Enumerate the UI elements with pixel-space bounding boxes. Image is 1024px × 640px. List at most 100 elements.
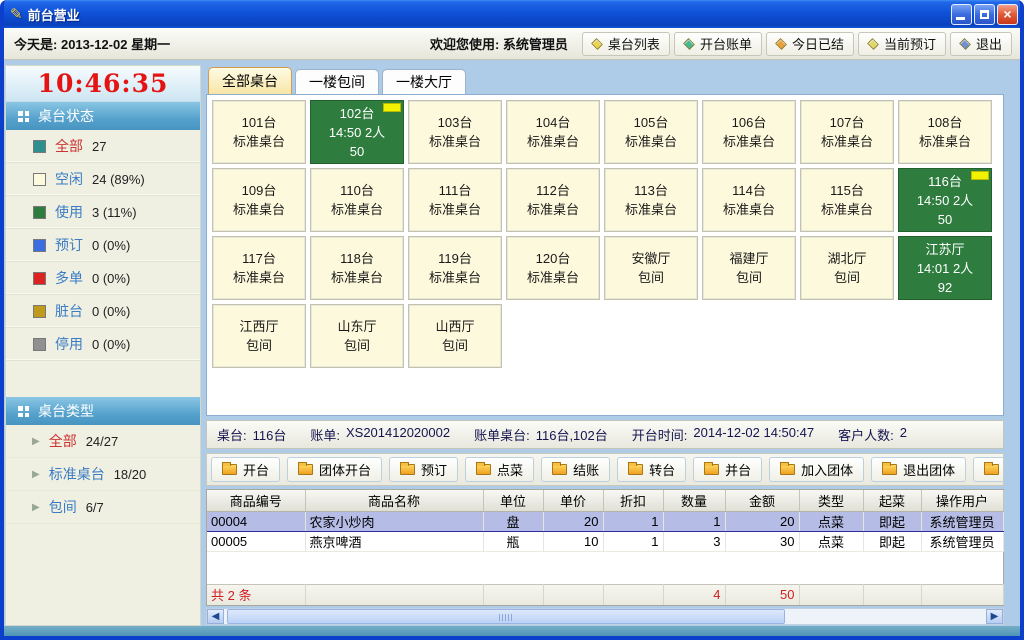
table-cell[interactable]: 福建厅包间 [702, 236, 796, 300]
table-cell[interactable]: 104台标准桌台 [506, 100, 600, 164]
type-filter-item[interactable]: ▶ 包间 6/7 [6, 491, 200, 524]
scroll-left-button[interactable]: ◀ [207, 609, 224, 624]
table-cell[interactable]: 110台标准桌台 [310, 168, 404, 232]
status-count: 0 (0%) [92, 238, 130, 253]
table-cell[interactable]: 111台标准桌台 [408, 168, 502, 232]
table-cell[interactable]: 115台标准桌台 [800, 168, 894, 232]
action-button[interactable]: 点菜 [465, 457, 534, 482]
app-window: ✎ 前台营业 × 今天是: 2013-12-02 星期一 欢迎您使用: 系统管理… [0, 0, 1024, 640]
window-bottom-strip [0, 626, 1024, 636]
action-button-label: 点菜 [497, 460, 523, 479]
table-cell[interactable]: 105台标准桌台 [604, 100, 698, 164]
table-cell[interactable]: 114台标准桌台 [702, 168, 796, 232]
action-button[interactable]: 并台 [693, 457, 762, 482]
scroll-right-button[interactable]: ▶ [986, 609, 1003, 624]
cell-type: 点菜 [799, 511, 863, 531]
bill-status-value: 116台 [253, 425, 287, 444]
status-filter-item[interactable]: 多单 0 (0%) [6, 262, 200, 295]
order-column-header[interactable]: 单位 [483, 490, 543, 511]
cell-price: 20 [543, 511, 603, 531]
table-cell-text: 112台标准桌台 [507, 181, 599, 219]
status-filter-item[interactable]: 停用 0 (0%) [6, 328, 200, 361]
order-column-header[interactable]: 折扣 [603, 490, 663, 511]
status-swatch-icon [33, 305, 46, 318]
table-cell[interactable]: 江西厅包间 [212, 304, 306, 368]
bill-status-label: 开台时间: [632, 425, 688, 444]
content-area: 10:46:35 桌台状态 全部 27 空闲 24 (89%) [4, 61, 1020, 626]
action-button[interactable]: 团体开台 [287, 457, 382, 482]
order-column-header[interactable]: 商品编号 [207, 490, 305, 511]
order-column-header[interactable]: 金额 [725, 490, 799, 511]
order-column-header[interactable]: 数量 [663, 490, 725, 511]
table-cell[interactable]: 山东厅包间 [310, 304, 404, 368]
cancel-bill-icon [984, 464, 999, 475]
type-filter-item[interactable]: ▶ 全部 24/27 [6, 425, 200, 458]
status-filter-item[interactable]: 脏台 0 (0%) [6, 295, 200, 328]
action-button[interactable]: 退出团体 [871, 457, 966, 482]
table-cell-text: 111台标准桌台 [409, 181, 501, 219]
floor-tab[interactable]: 一楼大厅 [382, 69, 466, 94]
info-button[interactable]: 退出 [950, 32, 1012, 56]
table-cell[interactable]: 103台标准桌台 [408, 100, 502, 164]
status-filter-item[interactable]: 使用 3 (11%) [6, 196, 200, 229]
cell-unit: 盘 [483, 511, 543, 531]
maximize-button[interactable] [974, 4, 995, 25]
close-icon: × [1003, 7, 1011, 21]
cell-discount: 1 [603, 531, 663, 551]
table-cell[interactable]: 119台标准桌台 [408, 236, 502, 300]
table-cell[interactable]: 101台标准桌台 [212, 100, 306, 164]
status-filter-item[interactable]: 空闲 24 (89%) [6, 163, 200, 196]
table-cell-text: 110台标准桌台 [311, 181, 403, 219]
scrollbar-thumb[interactable] [227, 609, 785, 624]
table-cell[interactable]: 117台标准桌台 [212, 236, 306, 300]
table-cell[interactable]: 116台14:50 2人50 [898, 168, 992, 232]
minimize-button[interactable] [951, 4, 972, 25]
info-button[interactable]: 桌台列表 [582, 32, 670, 56]
table-cell[interactable]: 山西厅包间 [408, 304, 502, 368]
status-filter-item[interactable]: 全部 27 [6, 130, 200, 163]
table-cell-text: 山东厅包间 [311, 317, 403, 355]
table-cell[interactable]: 107台标准桌台 [800, 100, 894, 164]
table-type-title: 桌台类型 [38, 401, 94, 421]
table-cell[interactable]: 113台标准桌台 [604, 168, 698, 232]
table-cell[interactable]: 108台标准桌台 [898, 100, 992, 164]
order-column-header[interactable]: 类型 [799, 490, 863, 511]
order-row[interactable]: 00004 农家小炒肉 盘 20 1 1 20 点菜 即起 系统管理员 [207, 511, 1003, 531]
table-cell[interactable]: 118台标准桌台 [310, 236, 404, 300]
cell-discount: 1 [603, 511, 663, 531]
bill-status-label: 账单: [310, 425, 340, 444]
status-filter-item[interactable]: 预订 0 (0%) [6, 229, 200, 262]
table-cell[interactable]: 102台14:50 2人50 [310, 100, 404, 164]
action-button[interactable]: 开台 [211, 457, 280, 482]
table-cell[interactable]: 湖北厅包间 [800, 236, 894, 300]
info-button[interactable]: 今日已结 [766, 32, 854, 56]
info-button[interactable]: 开台账单 [674, 32, 762, 56]
floor-tab[interactable]: 全部桌台 [208, 67, 292, 94]
order-column-header[interactable]: 商品名称 [305, 490, 483, 511]
cell-amount: 20 [725, 511, 799, 531]
bill-status-pair: 桌台: 116台 [217, 425, 286, 444]
order-column-header[interactable]: 起菜 [863, 490, 921, 511]
order-row[interactable]: 00005 燕京啤酒 瓶 10 1 3 30 点菜 即起 系统管理员 [207, 531, 1003, 551]
scrollbar-track[interactable] [224, 609, 986, 624]
table-cell[interactable]: 江苏厅14:01 2人92 [898, 236, 992, 300]
order-column-header[interactable]: 单价 [543, 490, 603, 511]
table-cell-text: 120台标准桌台 [507, 249, 599, 287]
horizontal-scrollbar[interactable]: ◀ ▶ [206, 608, 1004, 625]
action-button[interactable]: 预订 [389, 457, 458, 482]
floor-tab[interactable]: 一楼包间 [295, 69, 379, 94]
action-button[interactable]: 结账 [541, 457, 610, 482]
action-button[interactable]: 转台 [617, 457, 686, 482]
table-cell[interactable]: 120台标准桌台 [506, 236, 600, 300]
table-cell[interactable]: 106台标准桌台 [702, 100, 796, 164]
info-button[interactable]: 当前预订 [858, 32, 946, 56]
table-cell[interactable]: 安徽厅包间 [604, 236, 698, 300]
action-button[interactable]: 取消账单 [973, 457, 1004, 482]
table-cell[interactable]: 112台标准桌台 [506, 168, 600, 232]
type-filter-item[interactable]: ▶ 标准桌台 18/20 [6, 458, 200, 491]
order-column-header[interactable]: 操作用户 [921, 490, 1003, 511]
pencil-icon: ✎ [10, 5, 23, 23]
action-button[interactable]: 加入团体 [769, 457, 864, 482]
table-cell[interactable]: 109台标准桌台 [212, 168, 306, 232]
close-button[interactable]: × [997, 4, 1018, 25]
